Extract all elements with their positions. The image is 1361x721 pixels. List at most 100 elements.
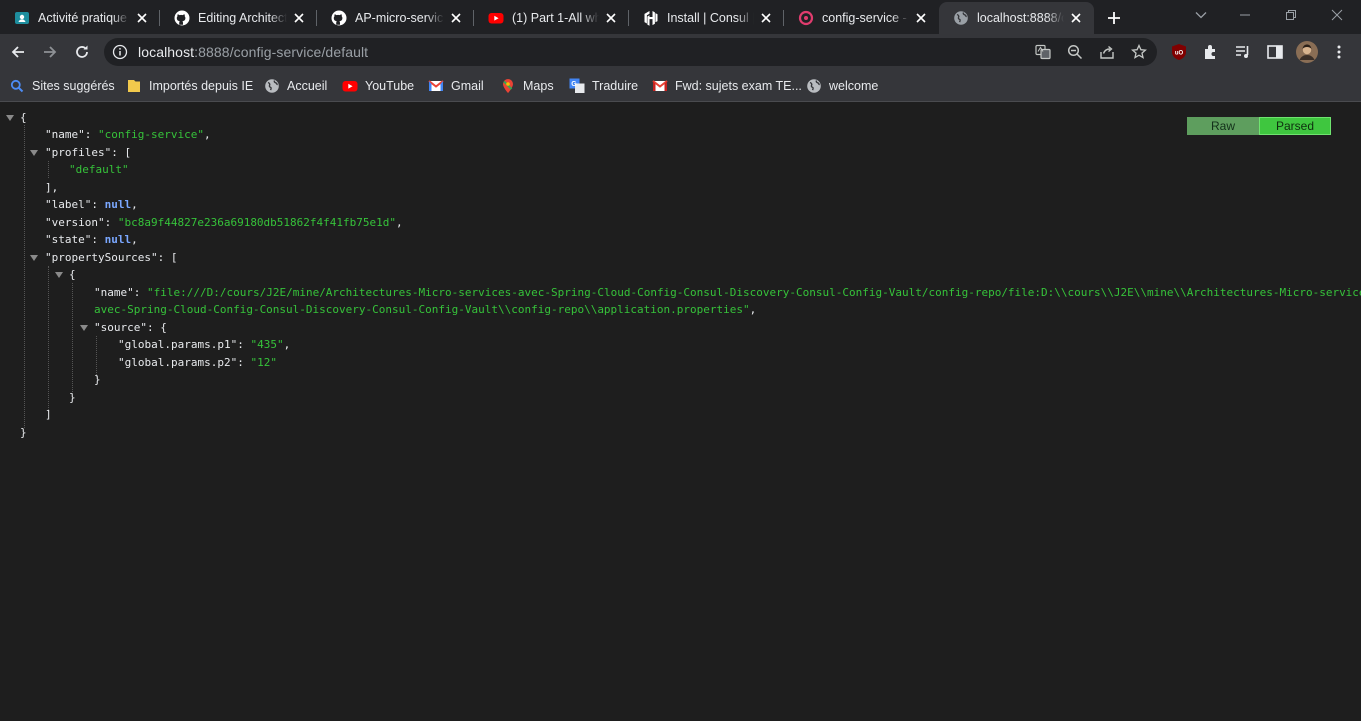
json-close-propertysources: ]: [45, 408, 52, 421]
json-row-profiles: "profiles": [: [45, 146, 132, 159]
json-value-state: null: [104, 233, 132, 246]
json-key-p2: global.params.p2: [124, 356, 231, 369]
zoom-out-icon[interactable]: [1067, 44, 1083, 60]
new-tab-button[interactable]: [1103, 7, 1125, 29]
bookmark-welcome[interactable]: welcome: [806, 77, 878, 95]
collapse-toggle-source[interactable]: [80, 325, 88, 331]
tab-youtube-part1[interactable]: (1) Part 1-All wha: [474, 2, 629, 34]
globe-icon: [264, 78, 280, 94]
translate-icon: G: [569, 78, 585, 94]
media-control-icon[interactable]: [1234, 43, 1252, 61]
collapse-toggle-root[interactable]: [6, 115, 14, 121]
close-icon[interactable]: [1068, 10, 1084, 26]
close-icon[interactable]: [291, 10, 307, 26]
json-close-propertysource: }: [69, 391, 76, 404]
side-panel-icon[interactable]: [1266, 43, 1284, 61]
star-icon[interactable]: [1131, 44, 1147, 60]
bookmark-label: Fwd: sujets exam TE...: [675, 79, 802, 93]
json-row-param-p1: "global.params.p1": "435",: [118, 338, 291, 351]
tab-install-consul[interactable]: Install | Consul | H: [629, 2, 784, 34]
tab-editing[interactable]: Editing Architectu: [160, 2, 317, 34]
bookmark-youtube[interactable]: YouTube: [342, 77, 414, 95]
hashicorp-icon: [643, 10, 659, 26]
bookmark-importes-ie[interactable]: Importés depuis IE: [126, 77, 253, 95]
bookmark-sites-suggeres[interactable]: Sites suggérés: [9, 77, 115, 95]
bookmark-label: Accueil: [287, 79, 328, 93]
url-host: localhost: [138, 44, 195, 60]
json-row-state: "state": null,: [45, 233, 138, 246]
back-button[interactable]: [4, 38, 32, 66]
parsed-button[interactable]: Parsed: [1259, 117, 1331, 135]
maps-icon: [500, 78, 516, 94]
close-icon[interactable]: [913, 10, 929, 26]
minimize-button[interactable]: [1222, 0, 1268, 30]
profile-avatar[interactable]: [1296, 41, 1318, 63]
close-icon[interactable]: [448, 10, 464, 26]
tab-ap-micro-service[interactable]: AP-micro-service: [317, 2, 474, 34]
json-row-propertysources: "propertySources": [: [45, 251, 178, 264]
url-text[interactable]: localhost:8888/config-service/default: [138, 44, 368, 60]
plus-icon: [1108, 12, 1120, 24]
share-icon[interactable]: [1099, 44, 1115, 60]
forward-button[interactable]: [36, 38, 64, 66]
menu-icon[interactable]: [1330, 43, 1348, 61]
json-value-source-name-cont: avec-Spring-Cloud-Config-Consul-Discover…: [94, 303, 744, 316]
globe-icon: [953, 10, 969, 26]
youtube-icon: [488, 10, 504, 26]
json-row-version: "version": "bc8a9f44827e236a69180db51862…: [45, 216, 403, 229]
collapse-toggle-propertysources[interactable]: [30, 255, 38, 261]
tab-label: Editing Architectu: [198, 11, 287, 25]
json-close-profiles: ],: [45, 181, 59, 194]
arrow-left-icon: [11, 46, 24, 58]
tab-label: AP-micro-service: [355, 11, 444, 25]
json-value-name: config-service: [104, 128, 198, 141]
tab-label: config-service - C: [822, 11, 909, 25]
close-icon[interactable]: [758, 10, 774, 26]
json-close-brace: }: [20, 426, 27, 439]
tab-search-button[interactable]: [1178, 0, 1224, 30]
reload-button[interactable]: [68, 38, 96, 66]
minimize-icon: [1240, 14, 1250, 16]
restore-icon: [1286, 10, 1296, 20]
ublock-icon[interactable]: uO: [1170, 43, 1188, 61]
close-window-button[interactable]: [1314, 0, 1360, 30]
json-value-p2: 12: [257, 356, 271, 369]
indent-guide: [72, 283, 73, 394]
reload-icon: [76, 45, 88, 58]
arrow-right-icon: [44, 46, 57, 58]
json-value-p1: 435: [257, 338, 277, 351]
bookmark-fwd-sujets[interactable]: Fwd: sujets exam TE...: [652, 77, 802, 95]
bookmark-label: YouTube: [365, 79, 415, 93]
url-path: :8888/config-service/default: [194, 44, 369, 60]
bookmark-accueil[interactable]: Accueil: [264, 77, 327, 95]
chevron-down-icon: [1195, 12, 1207, 19]
json-row-name: "name": "config-service",: [45, 128, 211, 141]
tab-activite[interactable]: Activité pratique N: [0, 2, 160, 34]
bookmark-traduire[interactable]: G Traduire: [569, 77, 638, 95]
tab-localhost[interactable]: localhost:8888/co: [939, 2, 1094, 34]
address-bar[interactable]: localhost:8888/config-service/default: [104, 38, 1157, 66]
gmail-icon: [652, 78, 668, 94]
info-icon: [112, 44, 128, 60]
extensions-icon[interactable]: [1202, 43, 1220, 61]
bookmarks-bar: Sites suggérés Importés depuis IE Accuei…: [0, 70, 1361, 102]
restore-button[interactable]: [1268, 0, 1314, 30]
collapse-toggle-propertysource-0[interactable]: [55, 272, 63, 278]
json-close-source: }: [94, 373, 101, 386]
close-icon[interactable]: [603, 10, 619, 26]
collapse-toggle-profiles[interactable]: [30, 150, 38, 156]
json-row-param-p2: "global.params.p2": "12": [118, 356, 277, 369]
json-row-source: "source": {: [94, 321, 167, 334]
json-row-source-name: "name": "file:///D:/cours/J2E/mine/Archi…: [94, 284, 1361, 301]
tab-label: Activité pratique N: [38, 11, 130, 25]
json-row-source-name-cont: avec-Spring-Cloud-Config-Consul-Discover…: [94, 303, 757, 316]
raw-button[interactable]: Raw: [1187, 117, 1259, 135]
tab-config-service[interactable]: config-service - C: [784, 2, 939, 34]
translate-icon[interactable]: [1035, 44, 1051, 60]
close-icon[interactable]: [134, 10, 150, 26]
bookmark-label: Traduire: [592, 79, 639, 93]
classroom-icon: [14, 10, 30, 26]
bookmark-gmail[interactable]: Gmail: [428, 77, 484, 95]
bookmark-maps[interactable]: Maps: [500, 77, 554, 95]
svg-text:G: G: [571, 81, 577, 88]
